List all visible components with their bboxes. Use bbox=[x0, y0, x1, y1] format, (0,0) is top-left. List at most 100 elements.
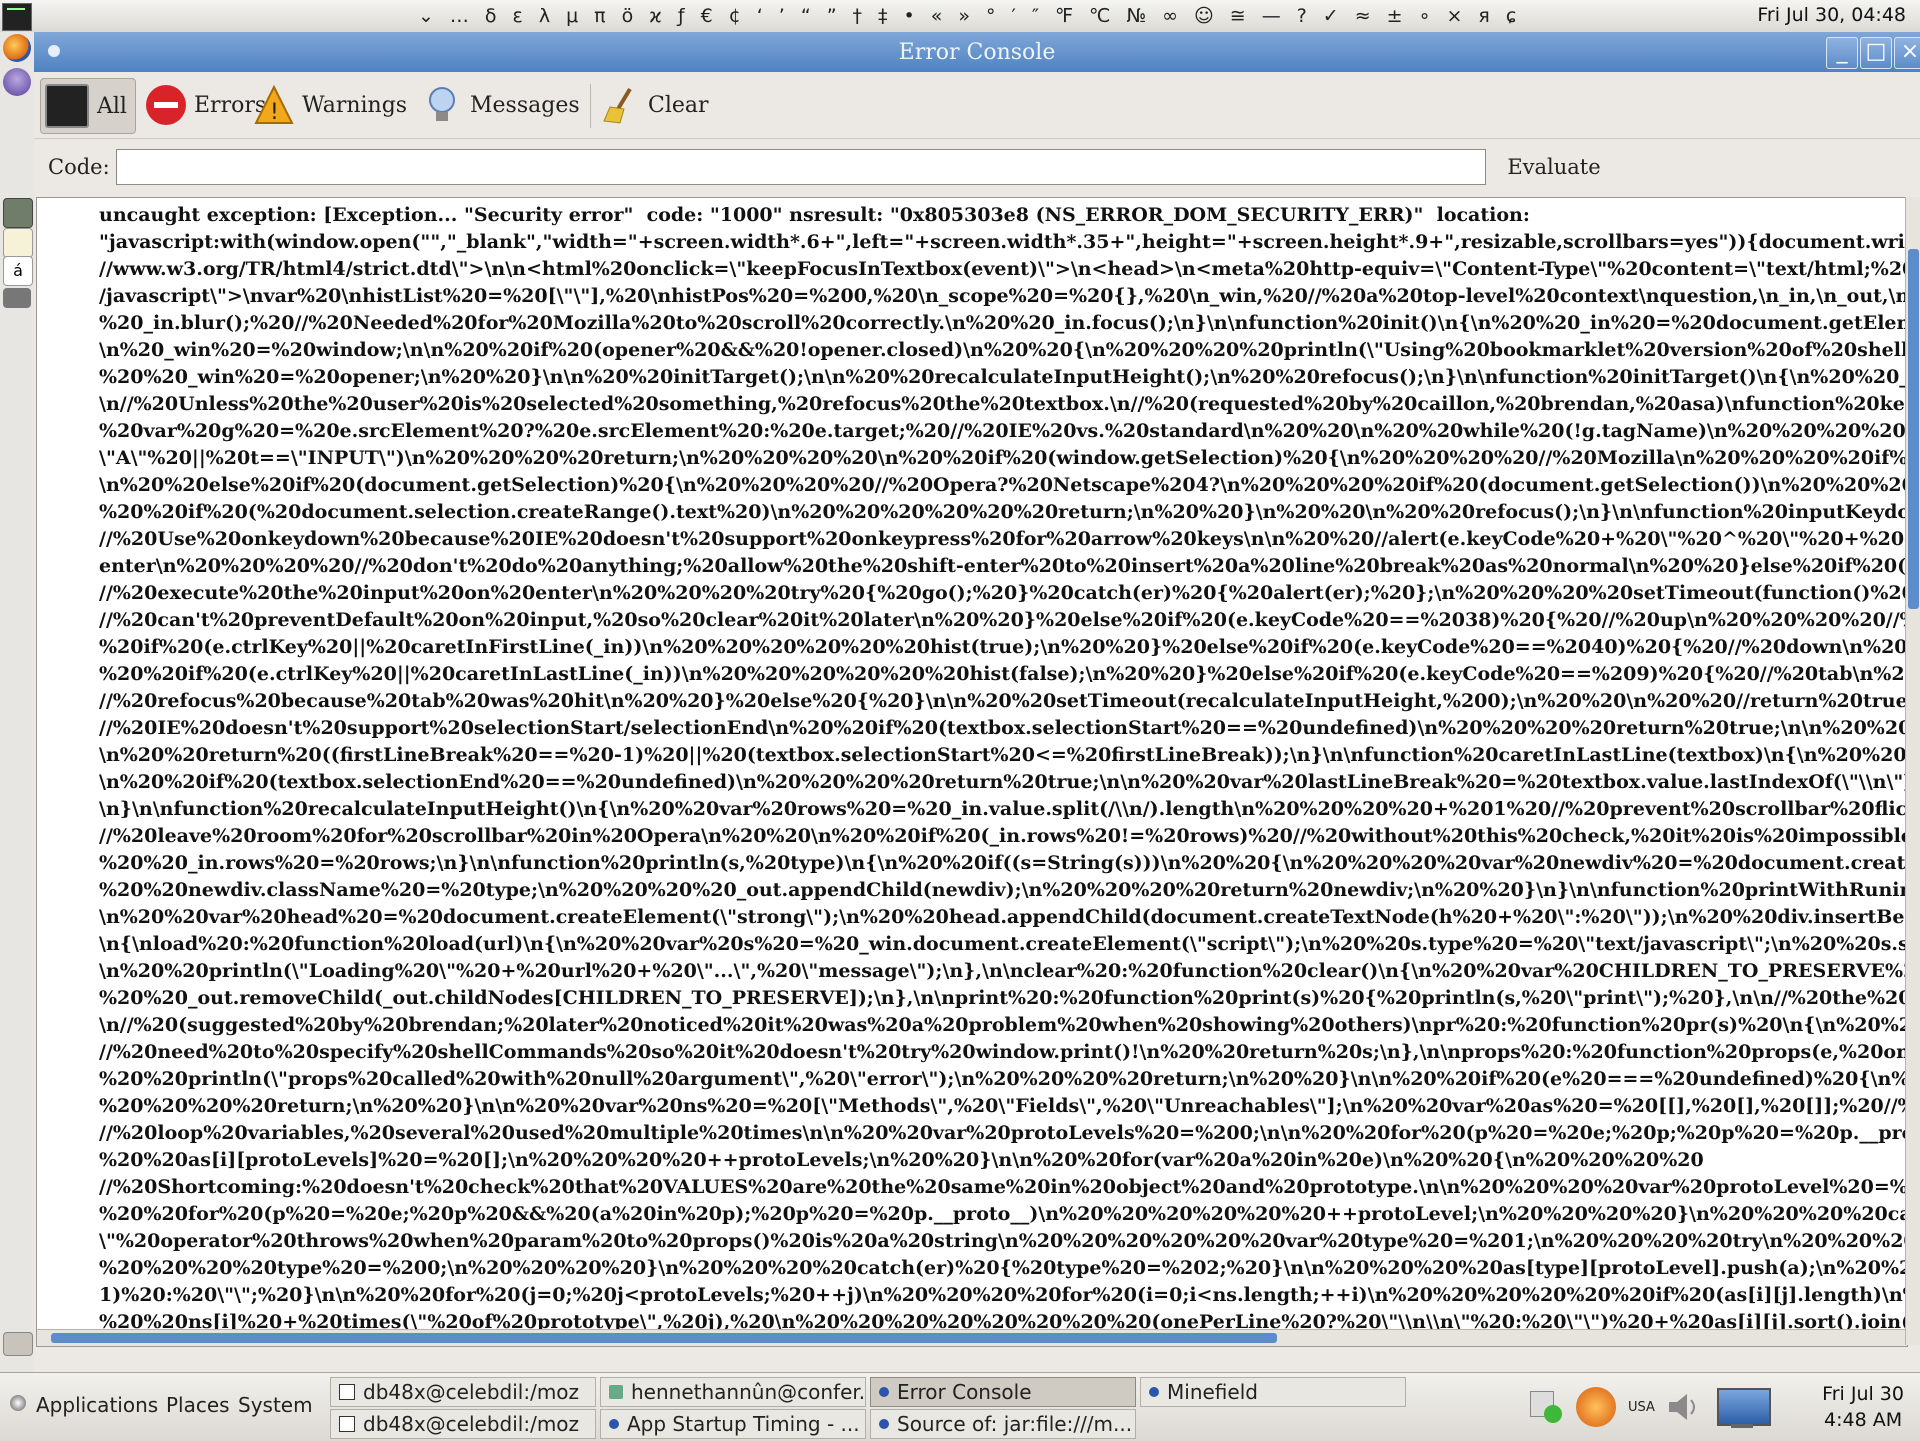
lightbulb-icon bbox=[422, 85, 462, 125]
palette-char[interactable]: ′ bbox=[1012, 5, 1016, 27]
update-notifier-icon[interactable] bbox=[1576, 1387, 1616, 1427]
palette-char[interactable]: μ bbox=[566, 5, 578, 27]
minimize-icon[interactable]: _ bbox=[1826, 37, 1858, 69]
palette-char[interactable]: λ bbox=[539, 5, 550, 27]
code-input[interactable] bbox=[116, 149, 1486, 185]
palette-char[interactable]: ƒ bbox=[678, 5, 685, 27]
network-monitor-icon[interactable] bbox=[1711, 1384, 1771, 1430]
horizontal-scrollbar-thumb[interactable] bbox=[51, 1333, 1277, 1343]
palette-char[interactable]: ɕ bbox=[1506, 5, 1516, 27]
top-clock[interactable]: Fri Jul 30, 04:48 bbox=[1757, 4, 1906, 26]
close-icon[interactable]: × bbox=[1894, 37, 1920, 69]
palette-char[interactable]: ℃ bbox=[1089, 5, 1110, 27]
palette-char[interactable]: ± bbox=[1387, 5, 1403, 27]
palette-char[interactable]: ≈ bbox=[1355, 5, 1371, 27]
task-terminal-2[interactable]: db48x@celebdil:/moz bbox=[330, 1409, 596, 1439]
palette-char[interactable]: я bbox=[1478, 5, 1489, 27]
character-map-icon[interactable]: á bbox=[3, 256, 33, 286]
pidgin-icon[interactable] bbox=[3, 68, 31, 96]
palette-char[interactable]: ☺ bbox=[1194, 5, 1214, 27]
warnings-button[interactable]: ! Warnings bbox=[254, 78, 407, 132]
errors-button[interactable]: Errors bbox=[146, 78, 266, 132]
keyboard-layout-indicator[interactable]: USA bbox=[1628, 1400, 1655, 1415]
task-minefield[interactable]: Minefield bbox=[1140, 1377, 1406, 1407]
vertical-scrollbar[interactable] bbox=[1905, 197, 1920, 1345]
task-irc[interactable]: hennethannûn@confer... bbox=[600, 1377, 866, 1407]
console-line: %20%20for%20(p%20=%20e;%20p%20&&%20(a%20… bbox=[99, 1203, 1908, 1225]
palette-char[interactable]: ⌄ bbox=[418, 5, 434, 27]
palette-char[interactable]: ö bbox=[622, 5, 634, 27]
console-line: %20%20as[i][protoLevels]%20=%20[];\n%20%… bbox=[99, 1149, 1704, 1171]
task-label: db48x@celebdil:/moz bbox=[363, 1412, 580, 1436]
console-line: //%20leave%20room%20for%20scrollbar%20in… bbox=[99, 825, 1908, 847]
calculator-icon[interactable] bbox=[3, 198, 33, 228]
code-bar: Code: Evaluate bbox=[34, 139, 1920, 197]
console-entry[interactable]: uncaught exception: [Exception... "Secur… bbox=[99, 202, 1908, 1336]
foot-icon[interactable] bbox=[10, 1395, 26, 1411]
palette-char[interactable]: ∘ bbox=[1419, 5, 1431, 27]
firefox-icon[interactable] bbox=[3, 34, 31, 62]
palette-char[interactable]: ¢ bbox=[729, 5, 741, 27]
palette-char[interactable]: δ bbox=[485, 5, 497, 27]
character-palette[interactable]: ⌄ … δ ε λ μ π ö ϰ ƒ € ¢ ‘ ’ “ ” † ‡ • « » ° ′ ″ ℉ ℃ № ∞ ☺ ≅ —? ✓ ≈ ± ∘ × я ɕ bbox=[410, 3, 1524, 29]
palette-char[interactable]: ϰ bbox=[649, 5, 662, 27]
palette-char[interactable]: † bbox=[853, 5, 863, 27]
volume-icon[interactable] bbox=[1665, 1390, 1699, 1424]
palette-char[interactable]: « bbox=[931, 5, 943, 27]
console-line: %20%20newdiv.className%20=%20type;\n%20%… bbox=[99, 879, 1908, 901]
console-line: %20var%20g%20=%20e.srcElement%20?%20e.sr… bbox=[99, 420, 1907, 442]
palette-char[interactable]: ∞ bbox=[1162, 5, 1178, 27]
clear-button[interactable]: Clear bbox=[600, 78, 709, 132]
palette-char[interactable]: № bbox=[1126, 5, 1146, 27]
palette-char[interactable]: π bbox=[594, 5, 605, 27]
svg-text:!: ! bbox=[270, 100, 279, 125]
task-error-console[interactable]: Error Console bbox=[870, 1377, 1136, 1407]
places-menu[interactable]: Places bbox=[166, 1393, 230, 1417]
evaluate-button[interactable]: Evaluate bbox=[1498, 147, 1610, 187]
palette-char[interactable]: ≅ bbox=[1230, 5, 1246, 27]
palette-char[interactable]: ? bbox=[1297, 5, 1307, 27]
applications-menu[interactable]: Applications bbox=[36, 1393, 158, 1417]
terminal-icon[interactable] bbox=[2, 3, 32, 31]
show-desktop-icon[interactable] bbox=[3, 1332, 33, 1356]
palette-char[interactable]: ‡ bbox=[878, 5, 888, 27]
palette-char[interactable]: ℉ bbox=[1055, 5, 1073, 27]
task-startup-timing[interactable]: App Startup Timing - ... bbox=[600, 1409, 866, 1439]
palette-char[interactable]: • bbox=[904, 5, 915, 27]
maximize-icon[interactable]: □ bbox=[1860, 37, 1892, 69]
vertical-scrollbar-thumb[interactable] bbox=[1908, 249, 1919, 609]
console-output[interactable]: uncaught exception: [Exception... "Secur… bbox=[36, 197, 1908, 1347]
title-bar[interactable]: Error Console _ □ × bbox=[34, 32, 1920, 72]
task-source-view[interactable]: Source of: jar:file:///m... bbox=[870, 1409, 1136, 1439]
palette-char[interactable]: ’ bbox=[779, 5, 785, 27]
palette-char[interactable]: ” bbox=[827, 5, 837, 27]
firefox-icon bbox=[609, 1419, 619, 1429]
palette-char[interactable]: ‘ bbox=[757, 5, 763, 27]
palette-char[interactable]: ε bbox=[513, 5, 523, 27]
bottom-clock[interactable]: Fri Jul 30 4:48 AM bbox=[1822, 1381, 1904, 1433]
task-terminal-1[interactable]: db48x@celebdil:/moz bbox=[330, 1377, 596, 1407]
palette-char[interactable]: ✓ bbox=[1323, 5, 1339, 27]
console-line: \n%20%20var%20head%20=%20document.create… bbox=[99, 906, 1908, 928]
horizontal-scrollbar[interactable] bbox=[37, 1329, 1907, 1346]
palette-char[interactable]: ° bbox=[986, 5, 996, 27]
palette-char[interactable]: “ bbox=[801, 5, 811, 27]
palette-char[interactable]: ″ bbox=[1032, 5, 1039, 27]
drive-icon[interactable] bbox=[3, 288, 31, 308]
text-editor-icon[interactable] bbox=[3, 228, 33, 258]
console-line: \"%20operator%20throws%20when%20param%20… bbox=[99, 1230, 1907, 1252]
system-menu[interactable]: System bbox=[238, 1393, 313, 1417]
palette-char[interactable]: … bbox=[450, 5, 469, 27]
network-status-icon[interactable] bbox=[1530, 1389, 1566, 1425]
messages-button[interactable]: Messages bbox=[422, 78, 580, 132]
console-line: \n{\nload%20:%20function%20load(url)\n{\… bbox=[99, 933, 1908, 955]
broom-icon bbox=[600, 85, 640, 125]
task-label: Source of: jar:file:///m... bbox=[897, 1412, 1133, 1436]
palette-char[interactable]: — bbox=[1262, 5, 1281, 27]
console-line: "javascript:with(window.open("","_blank"… bbox=[99, 231, 1907, 253]
all-button[interactable]: All bbox=[40, 78, 136, 134]
palette-char[interactable]: € bbox=[701, 5, 713, 27]
palette-char[interactable]: » bbox=[958, 5, 970, 27]
palette-char[interactable]: × bbox=[1446, 5, 1462, 27]
task-list: db48x@celebdil:/moz hennethannûn@confer.… bbox=[330, 1377, 1410, 1439]
